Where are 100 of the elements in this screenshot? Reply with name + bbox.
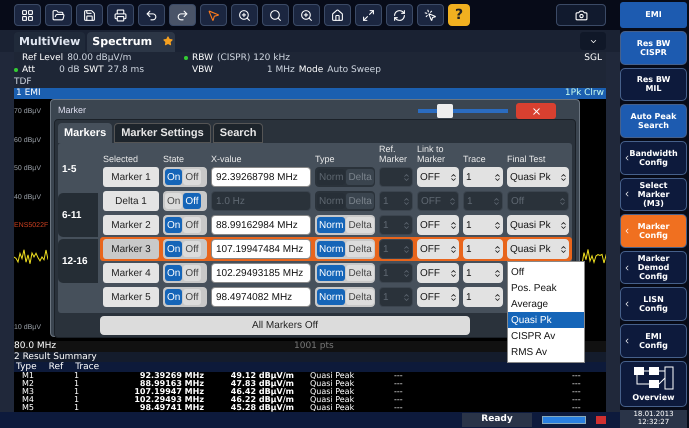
range-tab[interactable]: 12-16 (58, 239, 98, 283)
norm-option[interactable]: Norm (317, 265, 346, 281)
window-tab[interactable]: Spectrum (87, 32, 176, 52)
pointer-button[interactable] (200, 4, 227, 26)
window-tab[interactable]: MultiView (14, 32, 86, 52)
off-option[interactable]: Off (183, 265, 200, 281)
marker-select-button[interactable]: Delta 1 (103, 191, 159, 211)
off-option[interactable]: Off (183, 193, 200, 209)
open-button[interactable] (45, 4, 72, 26)
pointer-help-icon (424, 8, 437, 22)
menu-item[interactable]: Quasi Pk (508, 312, 584, 328)
table-cell: --- (572, 388, 581, 396)
dropdown[interactable]: Quasi Pk (507, 239, 569, 259)
on-option[interactable]: On (165, 169, 182, 185)
on-option[interactable]: On (165, 289, 182, 305)
slider-thumb[interactable] (436, 104, 452, 118)
table-cell-text: --- (394, 380, 404, 388)
softkey[interactable]: Auto Peak Search (620, 104, 687, 138)
screenshot-button[interactable] (556, 4, 606, 26)
context-help-button[interactable] (417, 4, 444, 26)
softkey[interactable]: Marker Demod Config (620, 250, 687, 284)
table-cell-text: Quasi Peak (309, 372, 356, 380)
dialog-tab[interactable]: Marker Settings (114, 123, 211, 143)
marker-select-button[interactable]: Marker 3 (103, 239, 159, 259)
undo-button[interactable] (138, 4, 165, 26)
softkey[interactable]: Res BW CISPR (620, 31, 687, 65)
x-value-field[interactable]: 98.4974082 MHz (211, 287, 311, 307)
transparency-slider[interactable] (418, 104, 508, 118)
up-down-icon (449, 268, 458, 278)
menu-item[interactable]: RMS Av (508, 344, 584, 360)
menu-item[interactable]: Pos. Peak (508, 280, 584, 296)
on-option[interactable]: On (165, 265, 182, 281)
marker-select-button[interactable]: Marker 1 (103, 167, 159, 187)
home-button[interactable] (324, 4, 351, 26)
help-button[interactable]: ? (448, 4, 470, 26)
dialog-tab[interactable]: Search (212, 123, 264, 143)
save-button[interactable] (76, 4, 103, 26)
dropdown[interactable]: 1 (463, 263, 503, 283)
vbw-value: 1 MHz (266, 64, 295, 76)
delta-option[interactable]: Delta (346, 217, 374, 233)
x-value-field[interactable]: 88.99162984 MHz (211, 215, 311, 235)
x-value-field[interactable]: 92.39268798 MHz (211, 167, 311, 187)
all-markers-off-button[interactable]: All Markers Off (100, 316, 470, 334)
column-header: State (163, 154, 186, 164)
x-value-field[interactable]: 107.19947484 MHz (211, 239, 311, 259)
on-option[interactable]: On (165, 241, 182, 257)
dropdown[interactable]: 1 (463, 215, 503, 235)
column-header: Final Test (507, 154, 546, 164)
up-down-icon (559, 172, 568, 182)
zoom-button[interactable] (231, 4, 258, 26)
menu-item[interactable]: Average (508, 296, 584, 312)
off-option[interactable]: Off (183, 169, 200, 185)
ref-level-label: Ref Level (22, 52, 64, 64)
close-button[interactable] (516, 103, 556, 119)
dropdown[interactable]: Quasi Pk (507, 167, 569, 187)
softkey[interactable]: Overview (620, 360, 687, 408)
multi-zoom-button[interactable] (262, 4, 289, 26)
up-down-icon (402, 292, 411, 302)
dropdown[interactable]: OFF (417, 287, 459, 307)
zoom-off-button[interactable] (293, 4, 320, 26)
menu-item[interactable]: Off (508, 264, 584, 280)
x-value-field[interactable]: 102.29493185 MHz (211, 263, 311, 283)
dropdown[interactable]: OFF (417, 215, 459, 235)
dropdown[interactable]: OFF (417, 263, 459, 283)
dialog-tab[interactable]: Markers (58, 123, 112, 143)
redo-button[interactable] (169, 4, 196, 26)
camera-icon (574, 8, 588, 22)
off-option[interactable]: Off (183, 289, 200, 305)
table-cell-text: 92.39269 MHz (138, 372, 204, 380)
delta-option[interactable]: Delta (346, 241, 374, 257)
norm-option[interactable]: Norm (317, 241, 346, 257)
delta-option[interactable]: Delta (346, 289, 374, 305)
norm-option[interactable]: Norm (317, 217, 346, 233)
dropdown[interactable]: 1 (463, 239, 503, 259)
dropdown[interactable]: 1 (463, 287, 503, 307)
delta-option[interactable]: Delta (346, 265, 374, 281)
swt-label: SWT (84, 64, 104, 76)
norm-option[interactable]: Norm (317, 289, 346, 305)
softkey[interactable]: Res BW MIL (620, 68, 687, 102)
menu-item[interactable]: CISPR Av (508, 328, 584, 344)
dropdown[interactable]: OFF (417, 239, 459, 259)
dropdown[interactable]: OFF (417, 167, 459, 187)
softkey[interactable]: Select Marker (M3) (620, 178, 687, 212)
table-cell-text: 98.49741 MHz (138, 404, 204, 412)
softkey[interactable]: LISN Config (620, 287, 687, 322)
off-option[interactable]: Off (183, 217, 200, 233)
on-option[interactable]: On (165, 217, 182, 233)
marker-select-button[interactable]: Marker 5 (103, 287, 159, 307)
marker-select-button[interactable]: Marker 4 (103, 263, 159, 283)
full-screen-button[interactable] (355, 4, 382, 26)
dropdown[interactable]: 1 (463, 167, 503, 187)
range-tab[interactable]: 6-11 (58, 193, 98, 237)
on-option[interactable]: On (165, 193, 182, 209)
marker-select-button[interactable]: Marker 2 (103, 215, 159, 235)
off-option[interactable]: Off (183, 241, 200, 257)
softkey[interactable]: EMI Config (620, 324, 687, 358)
softkey[interactable]: Bandwidth Config (620, 140, 687, 175)
dropdown[interactable]: Quasi Pk (507, 215, 569, 235)
print-button[interactable] (107, 4, 134, 26)
sequencer-button[interactable] (386, 4, 413, 26)
